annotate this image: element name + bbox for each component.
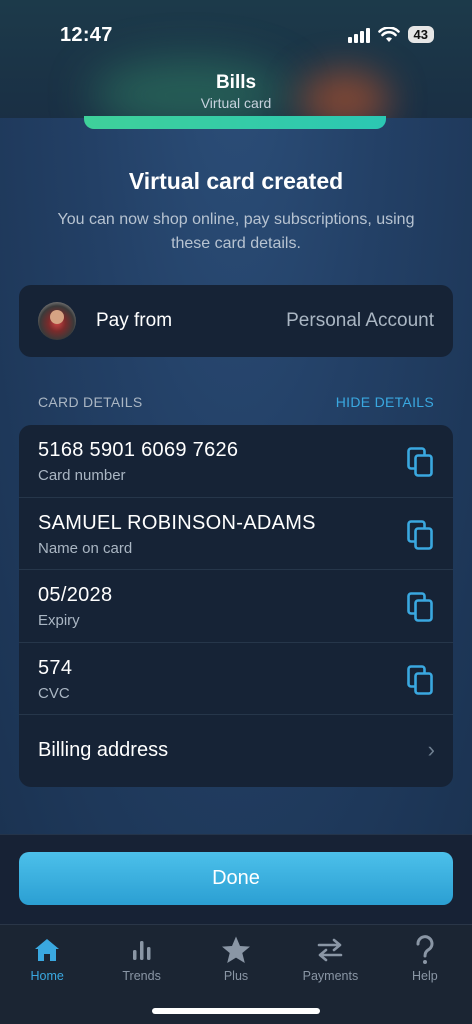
tab-home-label: Home bbox=[30, 969, 64, 983]
copy-icon[interactable] bbox=[407, 592, 433, 622]
virtual-card-peek bbox=[84, 116, 386, 129]
card-number-value: 5168 5901 6069 7626 bbox=[38, 439, 239, 461]
pay-from-label: Pay from bbox=[96, 310, 173, 331]
copy-icon[interactable] bbox=[407, 447, 433, 477]
cvc-row: 574 CVC bbox=[19, 643, 453, 715]
card-details-header: CARD DETAILS HIDE DETAILS bbox=[38, 394, 434, 410]
nav-subtitle: Virtual card bbox=[200, 95, 272, 111]
name-on-card-value: SAMUEL ROBINSON-ADAMS bbox=[38, 511, 316, 534]
tab-help-label: Help bbox=[411, 969, 438, 983]
tab-payments-label: Payments bbox=[302, 969, 359, 983]
cvc-value: 574 bbox=[38, 656, 73, 679]
expiry-row: 05/2028 Expiry bbox=[19, 570, 453, 643]
home-icon bbox=[35, 939, 60, 961]
status-time: 12:47 bbox=[60, 24, 113, 46]
question-mark-icon bbox=[416, 935, 434, 964]
tab-help[interactable]: Help bbox=[378, 925, 472, 1024]
billing-address-row[interactable]: Billing address › bbox=[19, 715, 453, 787]
expiry-label: Expiry bbox=[38, 612, 80, 629]
confirmation-title: Virtual card created bbox=[128, 168, 344, 194]
home-indicator bbox=[152, 1008, 320, 1014]
card-number-label: Card number bbox=[38, 467, 126, 484]
pay-from-row[interactable]: Pay from Personal Account bbox=[19, 285, 453, 357]
tab-home[interactable]: Home bbox=[0, 925, 94, 1024]
wifi-icon bbox=[377, 26, 400, 42]
billing-address-label: Billing address bbox=[38, 739, 169, 761]
tab-plus-label: Plus bbox=[223, 969, 249, 983]
transfer-arrows-icon bbox=[318, 938, 343, 962]
battery-indicator: 43 bbox=[407, 26, 434, 43]
avatar bbox=[38, 302, 76, 340]
card-number-row: 5168 5901 6069 7626 Card number bbox=[19, 425, 453, 498]
chevron-right-icon: › bbox=[427, 737, 435, 762]
confirmation-message: You can now shop online, pay subscriptio… bbox=[57, 211, 415, 252]
pay-from-account: Personal Account bbox=[286, 310, 434, 331]
copy-icon[interactable] bbox=[407, 664, 433, 695]
copy-icon[interactable] bbox=[407, 519, 433, 550]
expiry-value: 05/2028 bbox=[38, 584, 113, 606]
name-on-card-label: Name on card bbox=[38, 539, 133, 557]
name-on-card-row: SAMUEL ROBINSON-ADAMS Name on card bbox=[19, 498, 453, 570]
status-icons: 43 bbox=[347, 26, 434, 43]
card-details-list: 5168 5901 6069 7626 Card number SAMUEL R… bbox=[19, 425, 453, 787]
hide-details-link[interactable]: HIDE DETAILS bbox=[336, 394, 434, 410]
bar-chart-icon bbox=[132, 941, 151, 960]
tab-trends-label: Trends bbox=[122, 969, 161, 983]
cvc-label: CVC bbox=[38, 684, 70, 702]
card-details-label: CARD DETAILS bbox=[38, 394, 143, 410]
star-icon bbox=[222, 936, 251, 963]
signal-icon bbox=[347, 27, 370, 43]
done-button[interactable]: Done bbox=[19, 852, 453, 905]
nav-title: Bills bbox=[215, 72, 257, 93]
